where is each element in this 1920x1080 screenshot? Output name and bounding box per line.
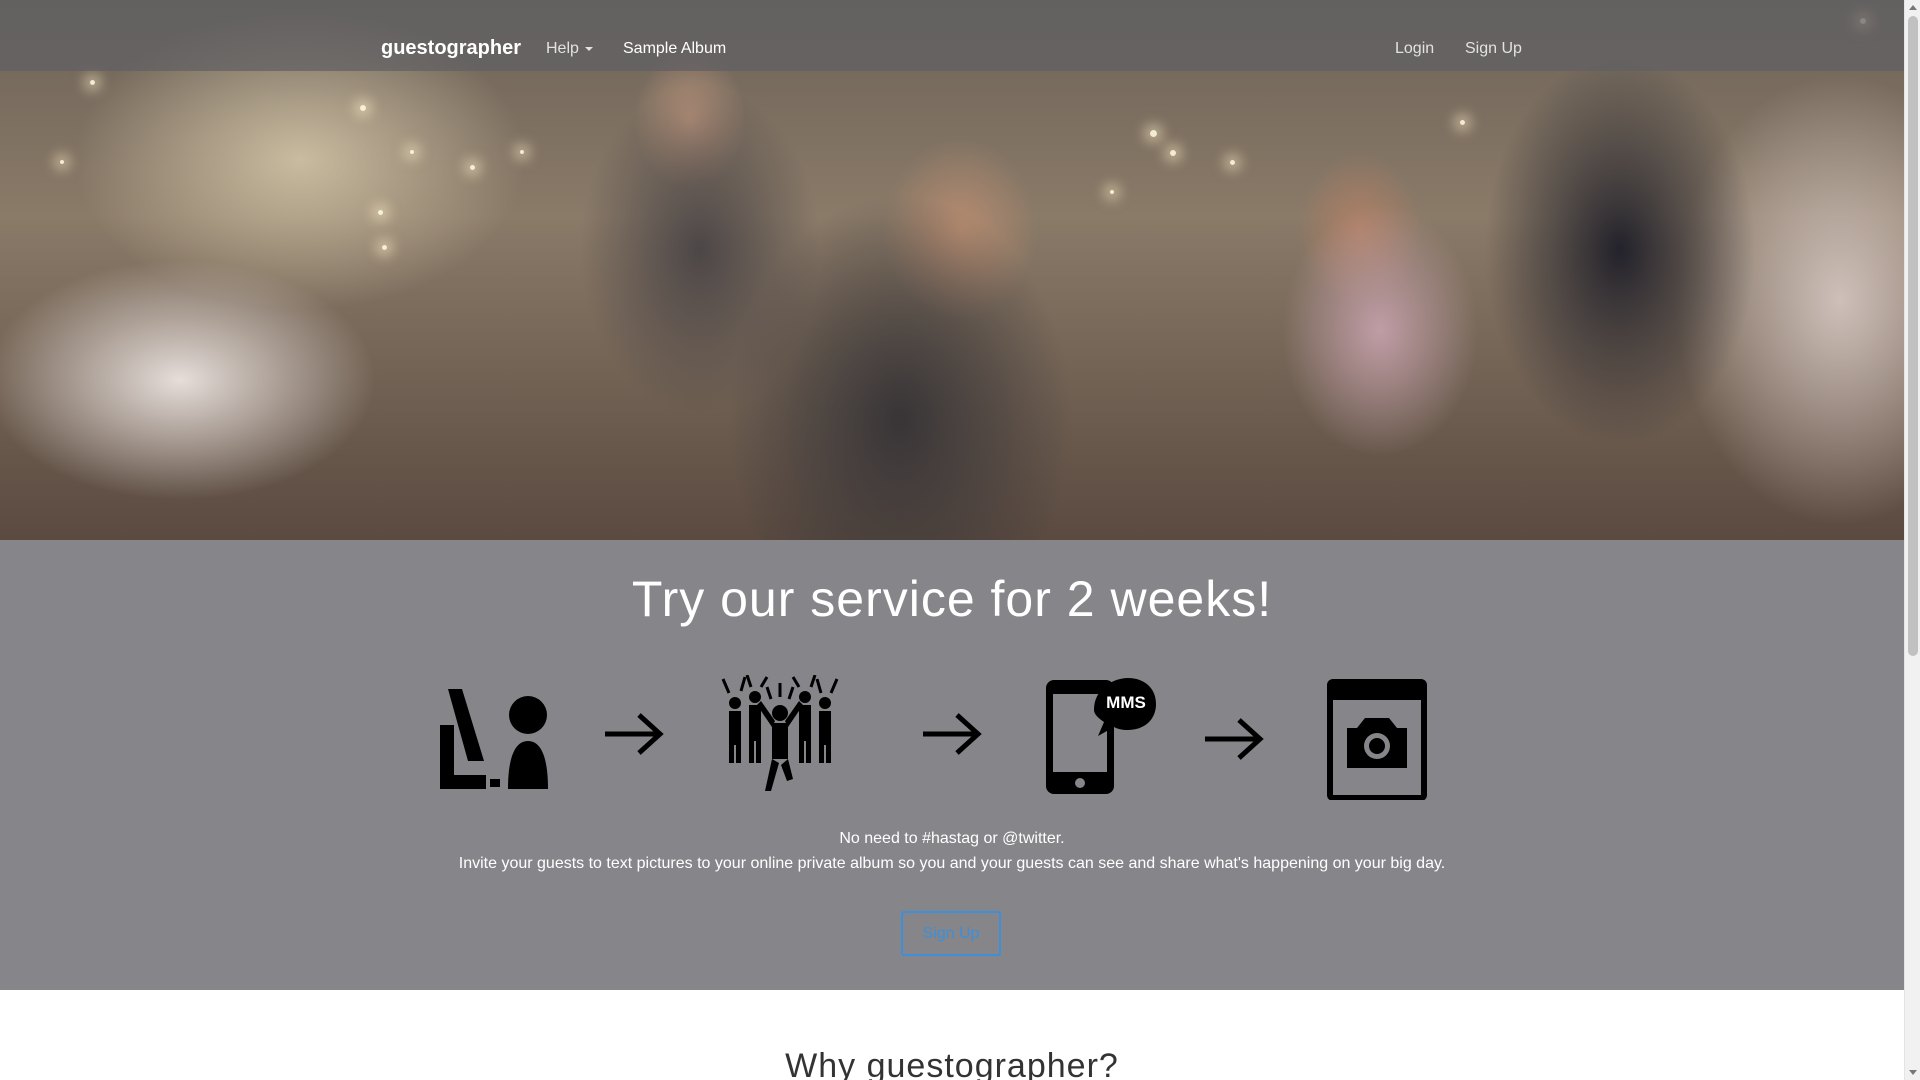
arrow-right-icon <box>923 713 982 755</box>
signup-people-icon <box>440 689 548 789</box>
party-crowd-icon <box>721 675 839 791</box>
nav-login[interactable]: Login <box>1395 40 1434 58</box>
caret-down-icon <box>584 46 593 51</box>
top-navbar: guestographer Help Sample Album Login Si… <box>0 0 1904 71</box>
vertical-scrollbar[interactable] <box>1904 0 1920 1080</box>
scroll-down-arrow-icon[interactable] <box>1909 1070 1917 1075</box>
trial-heading: Try our service for 2 weeks! <box>631 571 1273 627</box>
hero-photo <box>0 0 1904 540</box>
why-section: Why guestographer? <box>0 990 1904 1080</box>
photo-album-icon <box>1327 679 1427 800</box>
arrow-right-icon <box>605 713 664 755</box>
nav-signup[interactable]: Sign Up <box>1465 40 1522 58</box>
nav-help-dropdown[interactable]: Help <box>546 40 593 58</box>
brand-logo[interactable]: guestographer <box>381 37 521 60</box>
trial-band: Try our service for 2 weeks! MMS No need… <box>0 540 1904 990</box>
tagline-line2: Invite your guests to text pictures to y… <box>458 855 1446 872</box>
nav-sample-album[interactable]: Sample Album <box>623 40 726 58</box>
nav-help-label: Help <box>546 40 579 57</box>
tagline-line1: No need to #hastag or @twitter. <box>839 830 1065 847</box>
arrow-right-icon <box>1205 718 1264 760</box>
scroll-up-arrow-icon[interactable] <box>1909 5 1917 10</box>
hero-lights <box>0 0 1904 540</box>
scrollbar-thumb[interactable] <box>1908 16 1918 656</box>
mms-badge-text: MMS <box>1106 693 1146 712</box>
why-heading: Why guestographer? <box>785 1047 1119 1080</box>
phone-mms-icon: MMS <box>1044 674 1156 796</box>
signup-button[interactable]: Sign Up <box>901 911 1001 956</box>
